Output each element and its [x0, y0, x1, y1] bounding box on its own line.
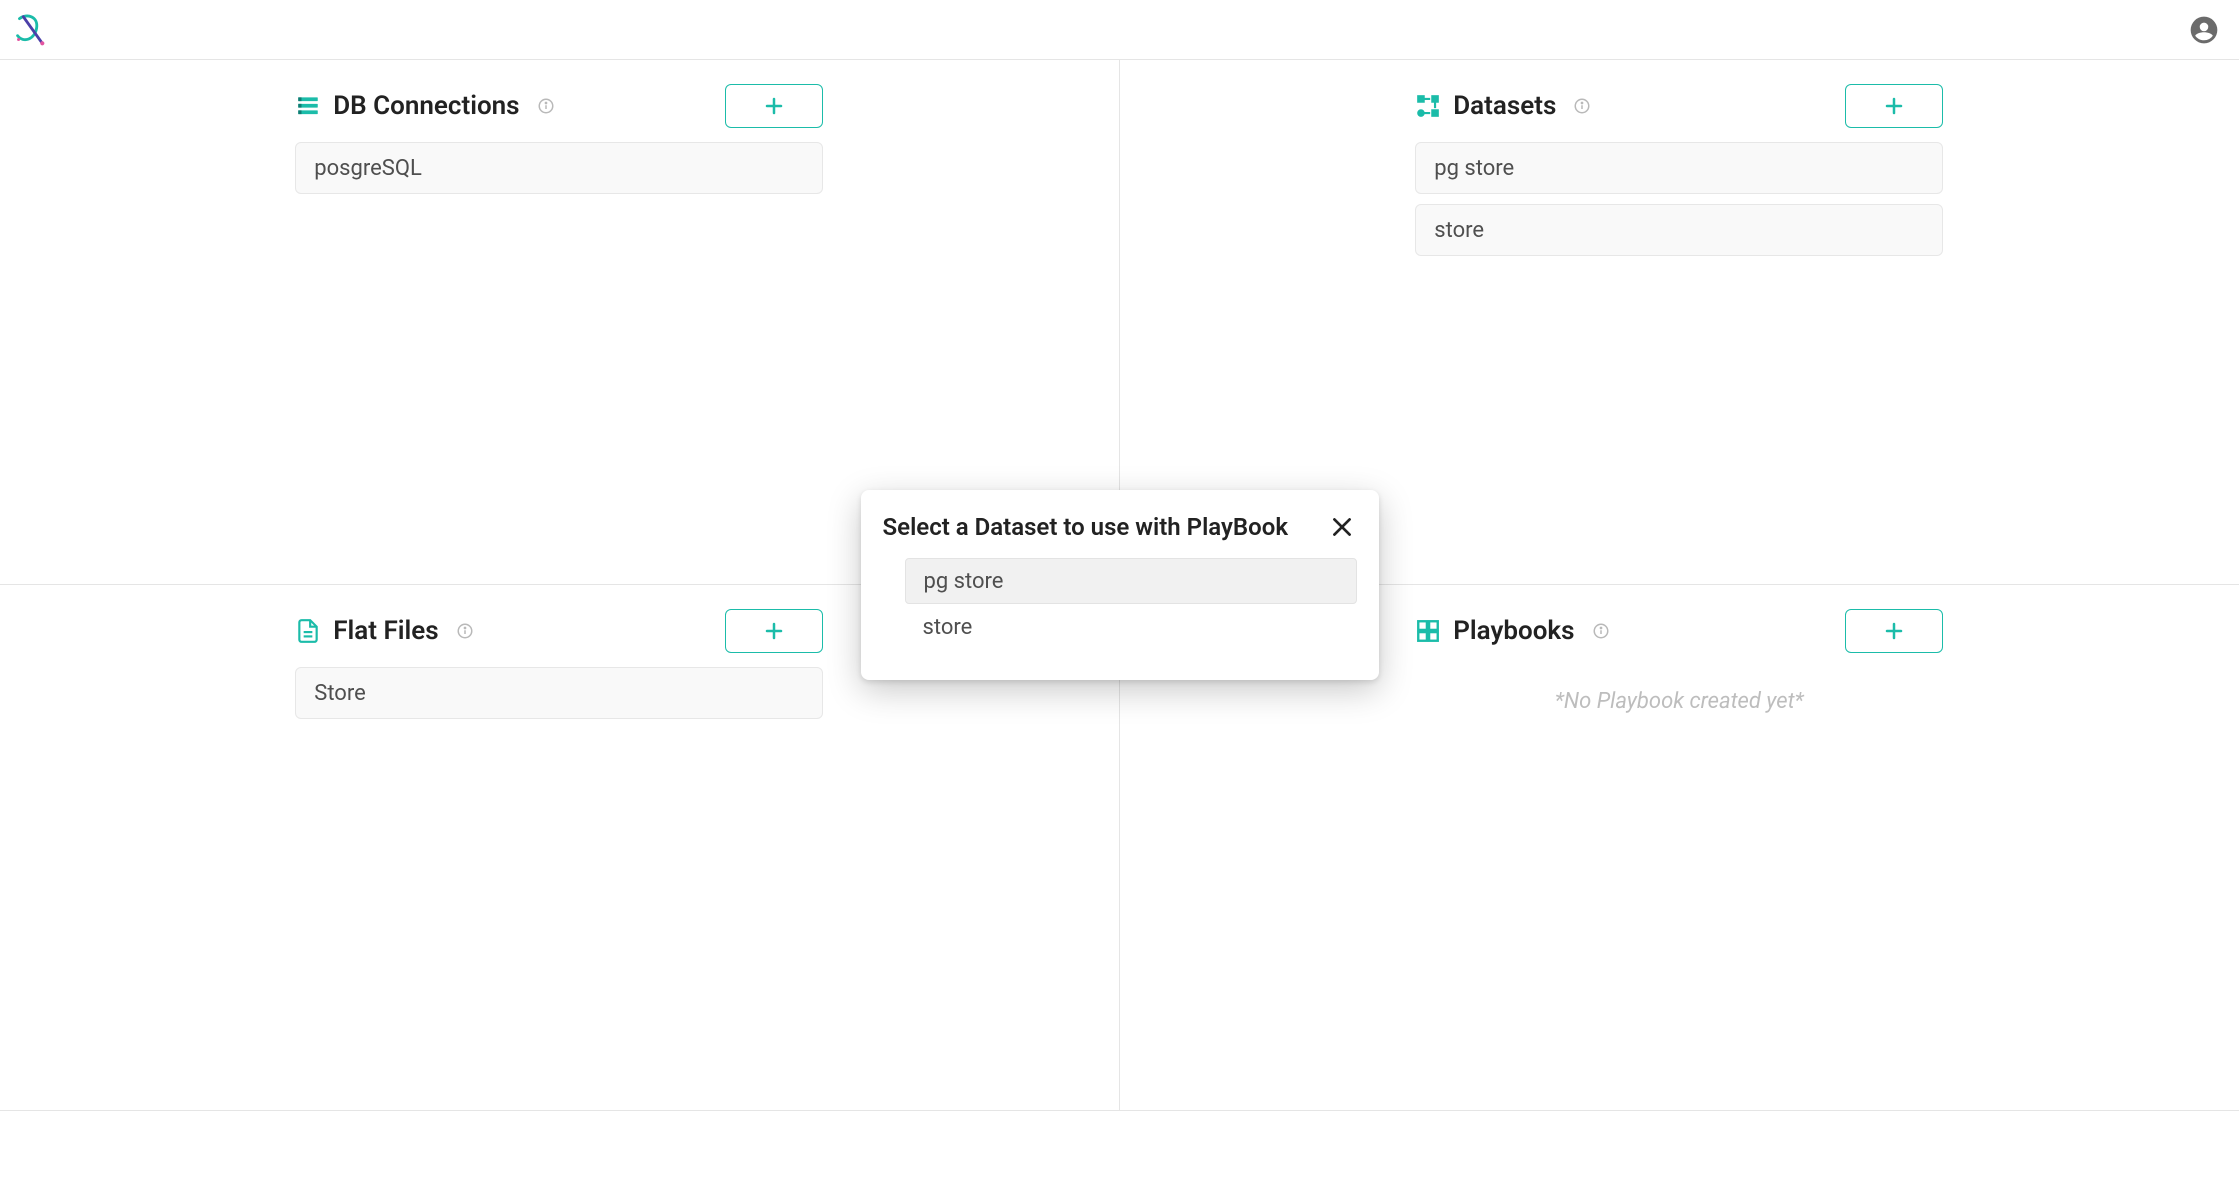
flat-file-item[interactable]: Store: [295, 667, 823, 719]
playbooks-empty-message: *No Playbook created yet*: [1415, 689, 1943, 714]
modal-option-label: store: [923, 615, 973, 640]
flat-files-header: Flat Files: [295, 609, 823, 653]
dataset-item-label: store: [1434, 218, 1484, 243]
playbooks-header: Playbooks: [1415, 609, 1943, 653]
select-dataset-modal: Select a Dataset to use with PlayBook pg…: [861, 490, 1379, 680]
app-logo-icon[interactable]: [10, 11, 48, 49]
modal-option[interactable]: store: [905, 604, 1357, 650]
database-icon: [295, 93, 321, 119]
datasets-title: Datasets: [1453, 91, 1556, 121]
playbooks-title: Playbooks: [1453, 616, 1574, 646]
dataset-item[interactable]: pg store: [1415, 142, 1943, 194]
user-avatar-icon[interactable]: [2187, 13, 2221, 47]
logo-wrap: [10, 11, 48, 49]
db-connection-item[interactable]: posgreSQL: [295, 142, 823, 194]
playbook-icon: [1415, 618, 1441, 644]
dataset-item[interactable]: store: [1415, 204, 1943, 256]
add-db-connection-button[interactable]: [725, 84, 823, 128]
modal-option-label: pg store: [924, 569, 1004, 594]
flat-file-item-label: Store: [314, 681, 366, 706]
top-bar: [0, 0, 2239, 60]
modal-option-list: pg store store: [883, 558, 1357, 650]
modal-title: Select a Dataset to use with PlayBook: [883, 513, 1289, 541]
add-flat-file-button[interactable]: [725, 609, 823, 653]
dataset-item-label: pg store: [1434, 156, 1514, 181]
db-connection-item-label: posgreSQL: [314, 156, 422, 181]
info-icon[interactable]: [536, 96, 556, 116]
modal-header: Select a Dataset to use with PlayBook: [883, 512, 1357, 542]
modal-option[interactable]: pg store: [905, 558, 1357, 604]
close-icon[interactable]: [1327, 512, 1357, 542]
info-icon[interactable]: [455, 621, 475, 641]
db-connections-header: DB Connections: [295, 84, 823, 128]
add-playbook-button[interactable]: [1845, 609, 1943, 653]
db-connections-title: DB Connections: [333, 91, 519, 121]
dataset-icon: [1415, 93, 1441, 119]
flat-files-title: Flat Files: [333, 616, 438, 646]
info-icon[interactable]: [1591, 621, 1611, 641]
info-icon[interactable]: [1572, 96, 1592, 116]
datasets-header: Datasets: [1415, 84, 1943, 128]
file-icon: [295, 618, 321, 644]
add-dataset-button[interactable]: [1845, 84, 1943, 128]
